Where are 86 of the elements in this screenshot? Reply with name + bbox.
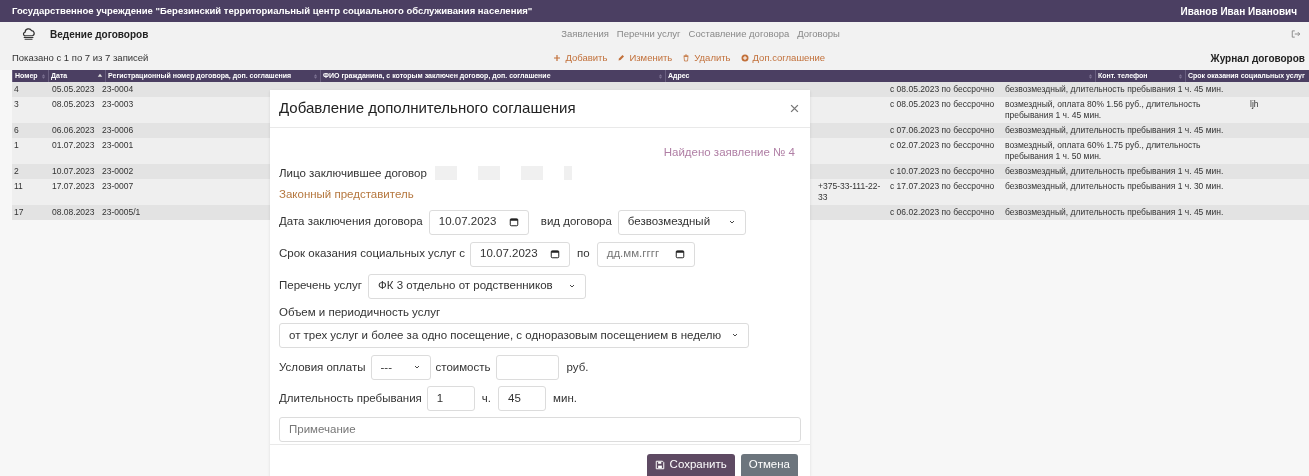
trash-icon — [682, 54, 691, 62]
table-cell: +375-33-111-22-33 — [818, 181, 881, 202]
note-field[interactable]: Примечание — [279, 416, 801, 442]
table-cell: с 07.06.2023 по бессрочно — [890, 125, 995, 135]
plus-icon — [553, 54, 562, 62]
cost-field[interactable] — [495, 354, 559, 380]
toolbar-button[interactable]: Доп.соглашение — [740, 50, 826, 66]
table-cell: 23-0001 — [102, 140, 134, 150]
dropdown[interactable]: от трех услуг и более за одно посещение, с одноразовым посещением в неделю — [279, 322, 749, 348]
field-label: Условия оплаты — [279, 359, 366, 375]
chevron-down-icon — [727, 218, 736, 226]
dialog-title: Добавление дополнительного соглашения — [279, 98, 576, 119]
found-application-text: Найдено заявление № 4 — [663, 145, 795, 160]
table-cell: 10.07.2023 — [52, 166, 95, 176]
table-cell: 23-0005/1 — [102, 207, 141, 217]
close-icon — [789, 104, 799, 113]
representative-link[interactable]: Законный представитель — [279, 186, 414, 204]
table-cell: с 06.02.2023 по бессрочно — [890, 207, 995, 217]
page-title: Ведение договоров — [50, 27, 149, 42]
table-cell: 08.05.2023 — [52, 99, 95, 109]
table-cell: 05.05.2023 — [52, 84, 95, 94]
table-cell: ljh — [1250, 99, 1259, 109]
field-label: по — [577, 246, 590, 262]
dropdown[interactable]: --- — [370, 354, 431, 380]
calendar-icon — [550, 249, 561, 259]
table-cell: 11 — [14, 181, 23, 191]
table-cell: с 08.05.2023 по бессрочно — [890, 99, 995, 109]
field-label: Лицо заключившее договор — [279, 165, 427, 181]
records-info: Показано с 1 по 7 из 7 записей — [12, 50, 149, 65]
field-label: стоимость — [435, 359, 491, 375]
dropdown[interactable]: ФК 3 отдельно от родственников — [368, 273, 587, 299]
table-cell: с 10.07.2023 по бессрочно — [890, 166, 995, 176]
field-label: ч. — [481, 390, 492, 406]
table-cell: безвозмездный, длительность пребывания 1 ч. 45 мин. — [1005, 207, 1224, 217]
date-field[interactable]: дд.мм.гггг — [596, 241, 695, 267]
cancel-button[interactable]: Отмена — [740, 454, 798, 476]
calendar-icon — [674, 249, 685, 259]
table-cell: 6 — [14, 125, 19, 135]
table-cell: 1 — [14, 140, 19, 150]
logout-icon — [1291, 29, 1301, 39]
table-cell: безвозмездный, длительность пребывания 1 ч. 45 мин. — [1005, 166, 1224, 176]
table-cell: 23-0003 — [102, 99, 134, 109]
calendar-icon — [508, 217, 519, 227]
table-cell: 17 — [14, 207, 24, 217]
journal-title: Журнал договоров — [1210, 51, 1305, 66]
table-cell: с 17.07.2023 по бессрочно — [890, 181, 995, 191]
table-cell: 06.06.2023 — [52, 125, 95, 135]
field-label: Объем и периодичность услуг — [279, 304, 441, 320]
toolbar-button[interactable]: Изменить — [617, 50, 673, 66]
field-label: Перечень услуг — [279, 278, 363, 294]
table-cell: с 02.07.2023 по бессрочно — [890, 140, 995, 150]
table-cell: 3 — [14, 99, 19, 109]
table-cell: возмездный, оплата 60% 1.75 руб., длительность пребывания 1 ч. 50 мин. — [1005, 140, 1201, 161]
organization-title: Государственное учреждение "Березинский территориальный центр социального обслуживания населения" — [12, 3, 533, 18]
date-field[interactable]: 10.07.2023 — [470, 241, 571, 267]
plus-circle-icon — [740, 54, 749, 62]
field-label: вид договора — [540, 214, 612, 230]
table-cell: 2 — [14, 166, 19, 176]
table-cell: 4 — [14, 84, 19, 94]
table-cell: безвозмездный, длительность пребывания 1 ч. 30 мин. — [1005, 181, 1224, 191]
save-button[interactable]: Сохранить — [646, 454, 735, 476]
table-cell: 23-0006 — [102, 125, 134, 135]
field-label: Дата заключения договора — [279, 214, 423, 230]
table-cell: безвозмездный, длительность пребывания 1 ч. 45 мин. — [1005, 125, 1224, 135]
table-cell: 23-0007 — [102, 181, 134, 191]
field-label: Длительность пребывания — [279, 390, 422, 406]
field-label: Срок оказания социальных услуг с — [279, 246, 466, 262]
input-field[interactable]: 1 — [426, 385, 475, 411]
field-label: руб. — [566, 359, 589, 375]
table-cell: 23-0004 — [102, 84, 134, 94]
input-field[interactable]: 45 — [498, 385, 547, 411]
field-label: мин. — [553, 390, 577, 406]
table-cell: возмездный, оплата 80% 1.56 руб., длительность пребывания 1 ч. 45 мин. — [1005, 99, 1201, 120]
pencil-icon — [617, 54, 626, 62]
table-cell: с 08.05.2023 по бессрочно — [890, 84, 995, 94]
table-cell: 17.07.2023 — [52, 181, 95, 191]
chevron-down-icon — [568, 282, 577, 290]
table-cell: 08.08.2023 — [52, 207, 95, 217]
table-cell: 01.07.2023 — [52, 140, 95, 150]
cloud-logo-icon — [20, 27, 38, 41]
table-cell: 23-0002 — [102, 166, 134, 176]
dropdown[interactable]: безвозмездный — [617, 209, 746, 235]
toolbar-button[interactable]: Удалить — [682, 50, 731, 66]
date-field[interactable]: 10.07.2023 — [428, 209, 529, 235]
table-cell: безвозмездный, длительность пребывания 1 ч. 45 мин. — [1005, 84, 1224, 94]
user-name: Иванов Иван Иванович — [1180, 4, 1297, 19]
